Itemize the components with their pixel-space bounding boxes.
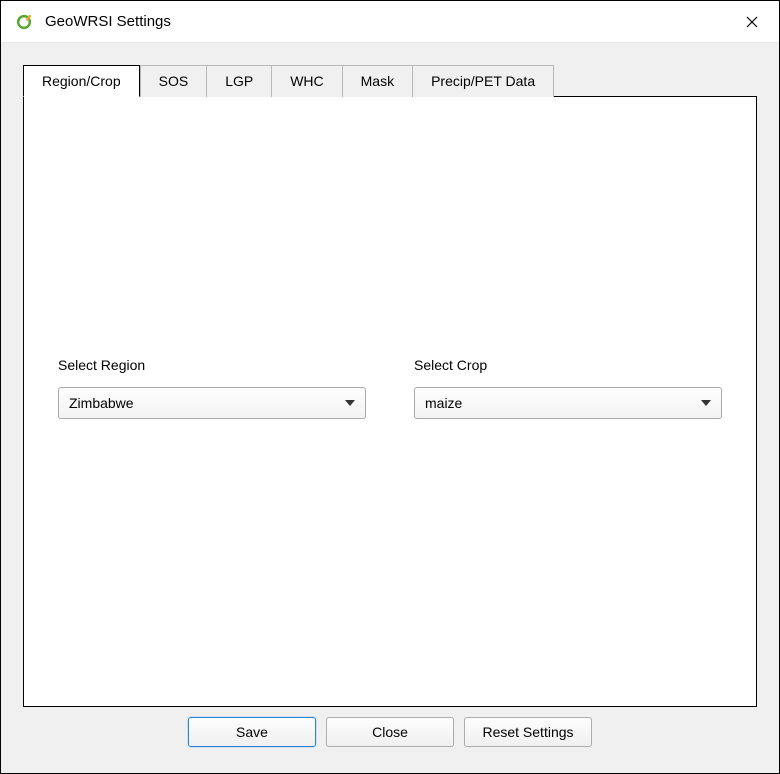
dialog-footer: Save Close Reset Settings <box>23 707 757 761</box>
region-select[interactable]: Zimbabwe <box>58 387 366 419</box>
button-label: Reset Settings <box>482 724 573 740</box>
app-icon <box>13 11 35 33</box>
window-title: GeoWRSI Settings <box>45 13 729 30</box>
region-label: Select Region <box>58 357 366 373</box>
reset-settings-button[interactable]: Reset Settings <box>464 717 592 747</box>
tab-lgp[interactable]: LGP <box>207 65 272 97</box>
tab-label: LGP <box>225 73 253 89</box>
chevron-down-icon <box>701 400 711 406</box>
crop-select[interactable]: maize <box>414 387 722 419</box>
crop-label: Select Crop <box>414 357 722 373</box>
tab-region-crop[interactable]: Region/Crop <box>23 65 140 97</box>
titlebar: GeoWRSI Settings <box>1 1 779 43</box>
tab-mask[interactable]: Mask <box>343 65 413 97</box>
fields-row: Select Region Zimbabwe Select Crop maize <box>58 357 722 419</box>
dialog-body: Region/Crop SOS LGP WHC Mask Precip/PET … <box>1 43 779 773</box>
region-field: Select Region Zimbabwe <box>58 357 366 419</box>
tab-label: SOS <box>159 73 189 89</box>
tab-label: Region/Crop <box>42 73 121 89</box>
chevron-down-icon <box>345 400 355 406</box>
close-button[interactable]: Close <box>326 717 454 747</box>
tab-label: Precip/PET Data <box>431 73 535 89</box>
crop-field: Select Crop maize <box>414 357 722 419</box>
tab-precip-pet[interactable]: Precip/PET Data <box>413 65 554 97</box>
button-label: Save <box>236 724 268 740</box>
settings-window: GeoWRSI Settings Region/Crop SOS LGP WHC… <box>0 0 780 774</box>
tab-sos[interactable]: SOS <box>140 65 208 97</box>
save-button[interactable]: Save <box>188 717 316 747</box>
close-window-button[interactable] <box>729 1 775 43</box>
region-select-value: Zimbabwe <box>69 395 134 411</box>
crop-select-value: maize <box>425 395 462 411</box>
tab-whc[interactable]: WHC <box>272 65 342 97</box>
tab-label: WHC <box>290 73 323 89</box>
tab-panel-region-crop: Select Region Zimbabwe Select Crop maize <box>23 96 757 707</box>
tab-label: Mask <box>361 73 394 89</box>
tabstrip: Region/Crop SOS LGP WHC Mask Precip/PET … <box>23 65 757 97</box>
button-label: Close <box>372 724 408 740</box>
